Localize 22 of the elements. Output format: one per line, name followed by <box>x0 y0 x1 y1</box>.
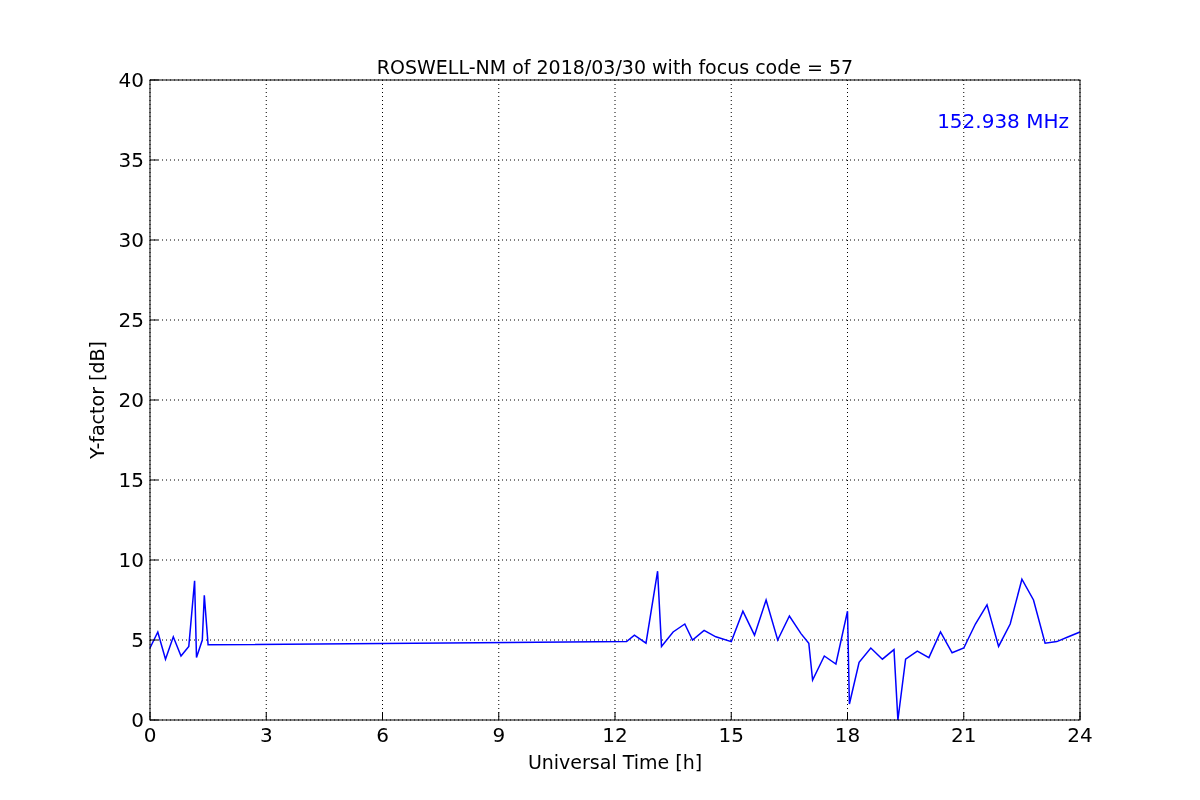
y-tick-label: 40 <box>118 68 144 92</box>
y-axis-label: Y-factor [dB] <box>86 341 108 459</box>
y-tick-label: 15 <box>118 468 144 492</box>
y-tick-label: 20 <box>118 388 144 412</box>
x-tick-label: 9 <box>492 723 506 747</box>
x-tick-label: 6 <box>376 723 389 747</box>
x-tick-label: 24 <box>1067 723 1093 747</box>
chart-title: ROSWELL-NM of 2018/03/30 with focus code = 57 <box>376 56 854 78</box>
y-tick-label: 25 <box>118 308 144 332</box>
y-tick-label: 30 <box>118 228 144 252</box>
x-axis-label: Universal Time [h] <box>527 751 703 773</box>
x-tick-label: 3 <box>259 723 273 747</box>
x-tick-label: 15 <box>718 723 744 747</box>
x-tick-label: 21 <box>951 723 977 747</box>
x-tick-label: 12 <box>602 723 628 747</box>
y-tick-label: 35 <box>118 148 144 172</box>
y-tick-label: 0 <box>131 708 144 732</box>
y-tick-label: 10 <box>118 548 144 572</box>
x-tick-label: 18 <box>834 723 861 747</box>
frequency-annotation: 152.938 MHz <box>937 109 1069 133</box>
x-tick-label: 0 <box>143 723 157 747</box>
y-tick-label: 5 <box>131 628 144 652</box>
